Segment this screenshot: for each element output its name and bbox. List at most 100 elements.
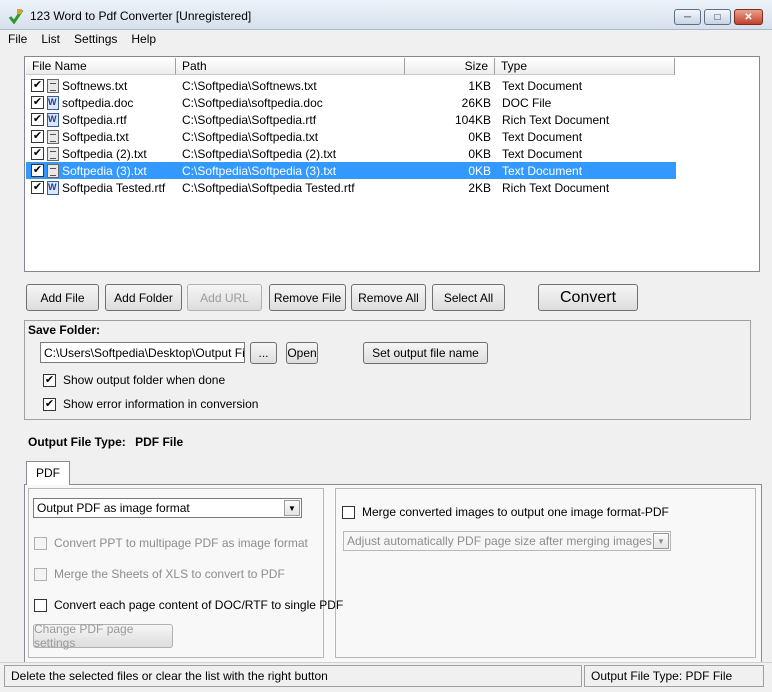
output-file-type-value: PDF File [135,435,184,449]
cell-path: C:\Softpedia\Softpedia.txt [182,129,319,144]
show-error-info-label: Show error information in conversion [63,397,259,411]
cell-file-name: softpedia.doc [62,95,134,110]
merge-images-option[interactable]: Merge converted images to output one ima… [342,505,669,519]
column-header-file-name[interactable]: File Name [26,58,176,75]
cell-file-name: Softpedia.rtf [62,112,127,127]
doc-file-icon [47,112,59,127]
cell-path: C:\Softpedia\Softpedia Tested.rtf [182,180,355,195]
menu-help[interactable]: Help [123,30,162,49]
merge-images-checkbox[interactable] [342,505,355,519]
table-row[interactable]: ✔ Softpedia Tested.rtf C:\Softpedia\Softpe… [26,179,676,196]
row-checkbox[interactable]: ✔ [31,181,44,194]
table-row[interactable]: ✔ Softpedia.txt C:\Softpedia\Softpedia.txt… [26,128,676,145]
merge-xls-checkbox[interactable] [34,567,47,581]
close-button[interactable]: ✕ [734,9,763,25]
pdf-format-select-value: Output PDF as image format [37,501,190,515]
merge-xls-label: Merge the Sheets of XLS to convert to PD… [54,567,285,581]
cell-size: 104KB [454,112,491,127]
ppt-multipage-checkbox[interactable] [34,536,47,550]
remove-all-button[interactable]: Remove All [351,284,426,311]
column-header-path[interactable]: Path [176,58,405,75]
show-output-folder-checkbox[interactable]: ✔ [43,373,56,387]
open-folder-button[interactable]: Open [286,342,318,364]
row-checkbox[interactable]: ✔ [31,79,44,92]
show-output-folder-label: Show output folder when done [63,373,226,387]
cell-path: C:\Softpedia\Softpedia.rtf [182,112,317,127]
table-row[interactable]: ✔ softpedia.doc C:\Softpedia\softpedia.doc… [26,94,676,111]
cell-file-name: Softnews.txt [62,78,128,93]
txt-file-icon [47,146,59,161]
cell-file-name: Softpedia (3).txt [62,163,147,178]
cell-type: Text Document [502,163,583,178]
each-page-option[interactable]: Convert each page content of DOC/RTF to … [34,598,343,612]
add-folder-button[interactable]: Add Folder [105,284,182,311]
chevron-down-icon[interactable]: ▼ [653,533,669,549]
cell-size: 2KB [468,180,491,195]
cell-size: 0KB [468,163,491,178]
minimize-button[interactable]: ─ [674,9,701,25]
adjust-page-size-select-value: Adjust automatically PDF page size after… [347,534,652,548]
merge-xls-option[interactable]: Merge the Sheets of XLS to convert to PD… [34,567,285,581]
cell-size: 0KB [468,146,491,161]
cell-file-name: Softpedia.txt [62,129,129,144]
merge-images-label: Merge converted images to output one ima… [362,505,669,519]
save-folder-label: Save Folder: [28,323,101,337]
table-row[interactable]: ✔ Softpedia (2).txt C:\Softpedia\Softpedia… [26,145,676,162]
each-page-checkbox[interactable] [34,598,47,612]
doc-file-icon [47,180,59,195]
show-error-info-option[interactable]: ✔ Show error information in conversion [43,397,258,411]
browse-button[interactable]: ... [250,342,277,364]
row-checkbox[interactable]: ✔ [31,130,44,143]
table-row[interactable]: ✔ Softnews.txt C:\Softpedia\Softnews.txt 1K… [26,77,676,94]
show-output-folder-option[interactable]: ✔ Show output folder when done [43,373,225,387]
output-file-type-label: Output File Type: [28,435,126,449]
tab-pdf[interactable]: PDF [26,461,70,485]
menu-list[interactable]: List [33,30,66,49]
cell-path: C:\Softpedia\Softnews.txt [182,78,317,93]
app-logo-icon [8,9,24,24]
cell-size: 1KB [468,78,491,93]
cell-path: C:\Softpedia\Softpedia (3).txt [182,163,337,178]
title-bar: 123 Word to Pdf Converter [Unregistered]… [0,0,772,30]
list-header: File Name Path Size Type [26,58,675,75]
maximize-button[interactable]: □ [704,9,731,25]
set-output-file-name-button[interactable]: Set output file name [363,342,488,364]
chevron-down-icon[interactable]: ▼ [284,500,300,516]
convert-button[interactable]: Convert [538,284,638,311]
cell-type: DOC File [502,95,552,110]
status-hint: Delete the selected files or clear the l… [4,665,582,687]
row-checkbox[interactable]: ✔ [31,113,44,126]
ppt-multipage-option[interactable]: Convert PPT to multipage PDF as image fo… [34,536,308,550]
file-list[interactable]: File Name Path Size Type ✔ Softnews.txt C:… [24,56,760,272]
window-title: 123 Word to Pdf Converter [Unregistered] [30,9,252,23]
txt-file-icon [47,78,59,93]
txt-file-icon [47,129,59,144]
row-checkbox[interactable]: ✔ [31,164,44,177]
show-error-info-checkbox[interactable]: ✔ [43,397,56,411]
cell-type: Text Document [502,129,583,144]
change-pdf-page-settings-button[interactable]: Change PDF page settings [33,622,173,650]
remove-file-button[interactable]: Remove File [269,284,346,311]
cell-size: 26KB [461,95,491,110]
table-row[interactable]: ✔ Softpedia.rtf C:\Softpedia\Softpedia.rtf… [26,111,676,128]
cell-file-name: Softpedia (2).txt [62,146,147,161]
each-page-label: Convert each page content of DOC/RTF to … [54,598,344,612]
add-url-button[interactable]: Add URL [187,284,262,311]
adjust-page-size-select[interactable]: Adjust automatically PDF page size after… [343,531,671,551]
column-header-type[interactable]: Type [495,58,675,75]
row-checkbox[interactable]: ✔ [31,96,44,109]
menu-settings[interactable]: Settings [66,30,123,49]
save-folder-path-input[interactable]: C:\Users\Softpedia\Desktop\Output Files [40,342,245,363]
add-file-button[interactable]: Add File [26,284,99,311]
cell-type: Text Document [502,146,583,161]
pdf-format-select[interactable]: Output PDF as image format ▼ [33,498,302,518]
cell-type: Rich Text Document [502,112,610,127]
table-row[interactable]: ✔ Softpedia (3).txt C:\Softpedia\Softpedia… [26,162,676,179]
cell-file-name: Softpedia Tested.rtf [62,180,166,195]
ppt-multipage-label: Convert PPT to multipage PDF as image fo… [54,536,308,550]
select-all-button[interactable]: Select All [432,284,505,311]
cell-path: C:\Softpedia\Softpedia (2).txt [182,146,337,161]
menu-file[interactable]: File [0,30,33,49]
row-checkbox[interactable]: ✔ [31,147,44,160]
column-header-size[interactable]: Size [405,58,495,75]
